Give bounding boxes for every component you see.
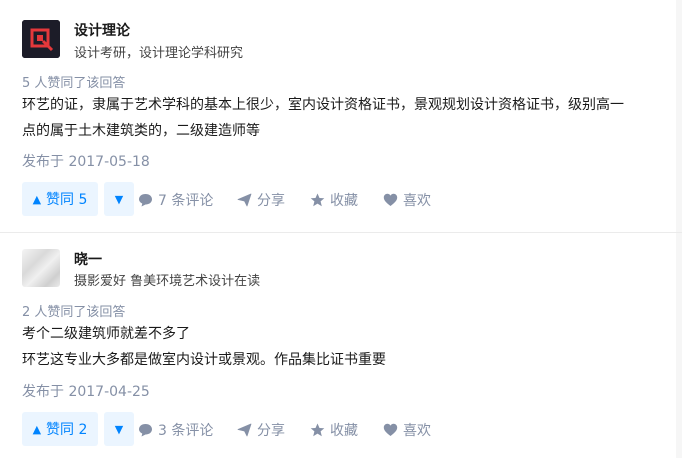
- avatar[interactable]: [22, 249, 60, 287]
- vote-count-text: 2 人赞同了该回答: [22, 305, 126, 320]
- publish-date[interactable]: 发布于 2017-04-25: [22, 381, 150, 401]
- vote-down-button[interactable]: ▼: [104, 412, 134, 446]
- paper-plane-icon: [237, 423, 252, 437]
- triangle-down-icon: ▼: [114, 422, 124, 436]
- comment-button[interactable]: 3 条评论: [138, 420, 213, 440]
- like-label: 喜欢: [403, 423, 431, 439]
- favorite-button[interactable]: 收藏: [310, 420, 358, 440]
- triangle-up-icon: ▲: [32, 422, 42, 436]
- share-label: 分享: [257, 423, 285, 439]
- star-icon: [310, 423, 325, 437]
- vote-up-label: 赞同 2: [46, 422, 88, 438]
- comment-bubble-icon: [139, 424, 152, 437]
- heart-icon: [383, 423, 398, 436]
- share-button[interactable]: 分享: [237, 420, 285, 440]
- like-button[interactable]: 喜欢: [383, 420, 431, 440]
- comment-label: 3 条评论: [158, 423, 214, 439]
- favorite-label: 收藏: [330, 423, 358, 439]
- content-line: 环艺这专业大多都是做室内设计或景观。作品集比证书重要: [22, 352, 386, 368]
- answer-content: 考个二级建筑师就差不多了 环艺这专业大多都是做室内设计或景观。作品集比证书重要: [22, 321, 672, 373]
- author-bio: 摄影爱好 鲁美环境艺术设计在读: [74, 274, 261, 289]
- action-bar: ▲ 赞同 2 ▼: [22, 412, 134, 446]
- vote-up-button[interactable]: ▲ 赞同 2: [22, 412, 98, 446]
- author-name[interactable]: 晓一: [74, 249, 102, 269]
- content-line: 考个二级建筑师就差不多了: [22, 326, 190, 342]
- answer-item: 晓一 摄影爱好 鲁美环境艺术设计在读 2 人赞同了该回答 考个二级建筑师就差不多…: [0, 0, 682, 458]
